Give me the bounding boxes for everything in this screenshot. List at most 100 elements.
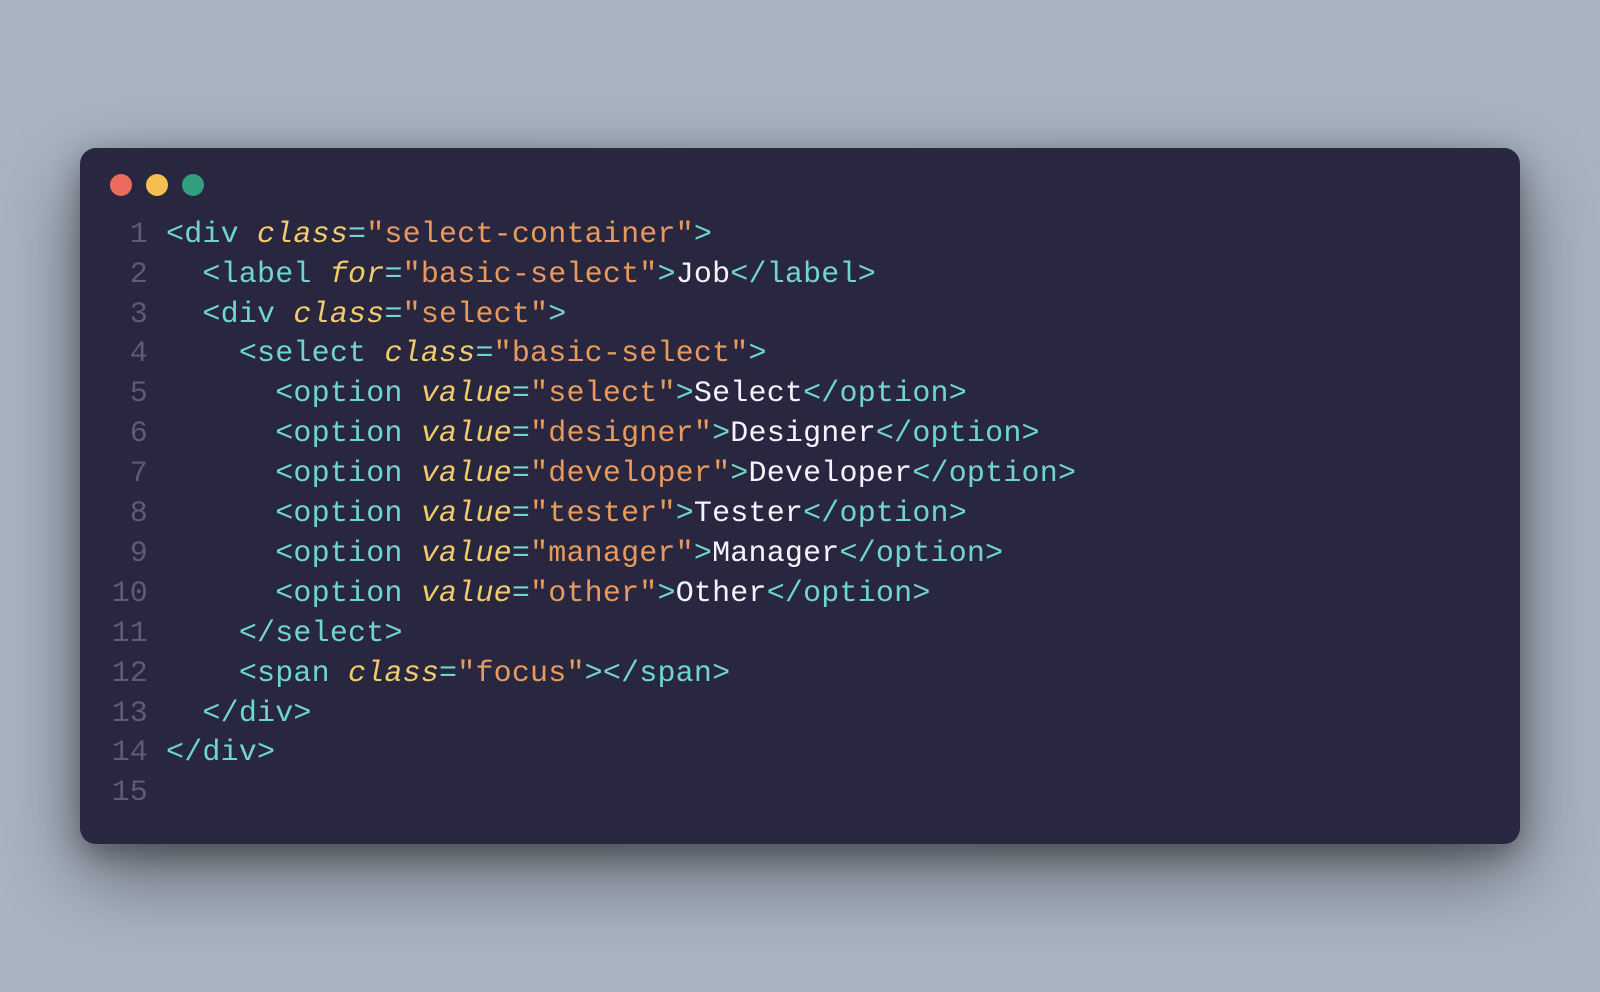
token-text (403, 457, 421, 491)
token-bracket: > (712, 417, 730, 451)
token-tag: span (639, 657, 712, 691)
token-bracket: </ (166, 736, 202, 770)
code-line[interactable]: 11 </select> (110, 615, 1490, 655)
token-bracket: </ (803, 497, 839, 531)
code-line[interactable]: 8 <option value="tester">Tester</option> (110, 495, 1490, 535)
code-area[interactable]: 1<div class="select-container">2 <label … (80, 206, 1520, 814)
code-content[interactable]: <option value="designer">Designer</optio… (166, 415, 1040, 455)
token-str: "focus" (457, 657, 584, 691)
token-attr: value (421, 497, 512, 531)
code-line[interactable]: 3 <div class="select"> (110, 296, 1490, 336)
token-tag: div (202, 736, 257, 770)
code-content[interactable]: </select> (166, 615, 403, 655)
code-line[interactable]: 13 </div> (110, 695, 1490, 735)
window-titlebar (80, 148, 1520, 206)
token-text (403, 497, 421, 531)
token-text: Developer (749, 457, 913, 491)
code-line[interactable]: 2 <label for="basic-select">Job</label> (110, 256, 1490, 296)
line-number: 15 (110, 774, 166, 814)
token-text: Designer (730, 417, 876, 451)
code-content[interactable]: <option value="other">Other</option> (166, 575, 931, 615)
token-str: "select" (403, 298, 549, 332)
token-bracket: > (657, 577, 675, 611)
code-line[interactable]: 12 <span class="focus"></span> (110, 655, 1490, 695)
code-content[interactable]: <select class="basic-select"> (166, 335, 767, 375)
code-line[interactable]: 5 <option value="select">Select</option> (110, 375, 1490, 415)
code-content[interactable]: <div class="select"> (166, 296, 566, 336)
token-bracket: < (275, 457, 293, 491)
token-tag: span (257, 657, 330, 691)
code-line[interactable]: 7 <option value="developer">Developer</o… (110, 455, 1490, 495)
line-number: 3 (110, 296, 166, 336)
token-text: Tester (694, 497, 803, 531)
token-bracket: </ (767, 577, 803, 611)
minimize-icon[interactable] (146, 174, 168, 196)
token-str: "basic-select" (494, 337, 749, 371)
token-bracket: < (275, 417, 293, 451)
code-content[interactable]: <option value="select">Select</option> (166, 375, 967, 415)
code-line[interactable]: 4 <select class="basic-select"> (110, 335, 1490, 375)
code-line[interactable]: 14</div> (110, 734, 1490, 774)
code-line[interactable]: 1<div class="select-container"> (110, 216, 1490, 256)
code-line[interactable]: 6 <option value="designer">Designer</opt… (110, 415, 1490, 455)
line-number: 7 (110, 455, 166, 495)
code-content[interactable]: <div class="select-container"> (166, 216, 712, 256)
token-str: "developer" (530, 457, 730, 491)
code-line[interactable]: 10 <option value="other">Other</option> (110, 575, 1490, 615)
line-number: 13 (110, 695, 166, 735)
token-bracket: > (384, 617, 402, 651)
token-bracket: > (694, 537, 712, 571)
code-content[interactable] (166, 774, 184, 814)
line-number: 11 (110, 615, 166, 655)
code-line[interactable]: 15 (110, 774, 1490, 814)
token-text (239, 218, 257, 252)
token-tag: div (239, 697, 294, 731)
line-number: 8 (110, 495, 166, 535)
token-text (312, 258, 330, 292)
code-content[interactable]: <option value="developer">Developer</opt… (166, 455, 1076, 495)
token-text (330, 657, 348, 691)
token-str: "tester" (530, 497, 676, 531)
token-bracket: < (275, 497, 293, 531)
token-attr: class (293, 298, 384, 332)
code-content[interactable]: <option value="manager">Manager</option> (166, 535, 1003, 575)
token-text: Other (676, 577, 767, 611)
code-content[interactable]: <option value="tester">Tester</option> (166, 495, 967, 535)
token-bracket: > (712, 657, 730, 691)
line-number: 9 (110, 535, 166, 575)
line-number: 1 (110, 216, 166, 256)
token-bracket: < (239, 657, 257, 691)
code-content[interactable]: <label for="basic-select">Job</label> (166, 256, 876, 296)
token-bracket: < (202, 298, 220, 332)
close-icon[interactable] (110, 174, 132, 196)
line-number: 12 (110, 655, 166, 695)
token-tag: option (293, 537, 402, 571)
token-bracket: </ (239, 617, 275, 651)
token-eq: = (512, 577, 530, 611)
token-tag: option (803, 577, 912, 611)
token-str: "manager" (530, 537, 694, 571)
token-bracket: > (694, 218, 712, 252)
token-tag: option (293, 417, 402, 451)
code-content[interactable]: </div> (166, 734, 275, 774)
token-attr: value (421, 417, 512, 451)
token-eq: = (384, 258, 402, 292)
token-bracket: < (166, 218, 184, 252)
code-content[interactable]: <span class="focus"></span> (166, 655, 730, 695)
token-bracket: > (257, 736, 275, 770)
token-text (275, 298, 293, 332)
token-bracket: > (548, 298, 566, 332)
token-bracket: > (585, 657, 603, 691)
token-eq: = (512, 537, 530, 571)
token-str: "select-container" (366, 218, 694, 252)
token-attr: class (348, 657, 439, 691)
zoom-icon[interactable] (182, 174, 204, 196)
token-eq: = (348, 218, 366, 252)
token-tag: option (293, 497, 402, 531)
token-tag: option (293, 577, 402, 611)
code-line[interactable]: 9 <option value="manager">Manager</optio… (110, 535, 1490, 575)
code-content[interactable]: </div> (166, 695, 312, 735)
token-bracket: > (749, 337, 767, 371)
token-tag: option (912, 417, 1021, 451)
token-text: Manager (712, 537, 839, 571)
